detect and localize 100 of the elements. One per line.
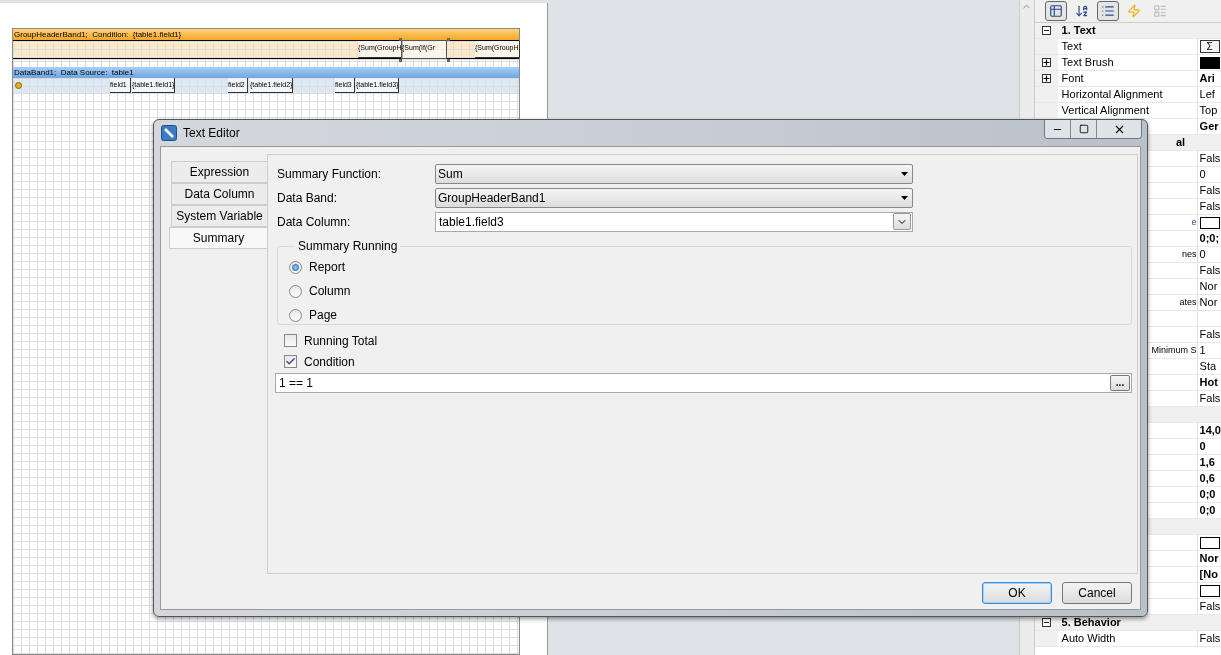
property-value[interactable]: Fals [1199,263,1221,278]
property-row[interactable]: Horizontal Alignment Lef [1034,87,1221,103]
field-label: Summary Function: [277,165,383,183]
condition-field[interactable]: 1 == 1 ... [275,373,1132,393]
resize-handle[interactable] [399,38,402,41]
maximize-button[interactable] [1071,120,1097,138]
side-tab[interactable]: System Variable [171,205,267,227]
property-value[interactable]: Fals [1199,183,1221,198]
property-value[interactable]: 0;0 [1199,487,1216,502]
property-label: Horizontal Alignment [1061,87,1163,102]
property-value[interactable]: 0,6 [1199,471,1215,486]
field-label: Data Column: [277,213,352,231]
property-value[interactable]: Fals [1199,151,1221,166]
property-label: ates [1179,295,1197,309]
property-value[interactable]: Fals [1199,631,1221,646]
property-value[interactable]: Fals [1199,599,1221,614]
property-value[interactable]: Nor [1199,279,1218,294]
property-value[interactable]: 1,6 [1199,455,1215,470]
property-row[interactable]: Font Ari [1034,71,1221,87]
property-row[interactable]: Vertical Alignment Top [1034,103,1221,119]
sort-az-icon [1074,4,1089,18]
category-row[interactable]: 1. Text [1034,23,1221,39]
dialog-button[interactable]: OK [982,582,1052,604]
browse-button[interactable]: ... [1110,375,1130,391]
resize-handle[interactable] [447,38,450,41]
category-label: 1. Text [1061,23,1096,39]
property-value[interactable]: [No [1199,567,1218,582]
property-label: Auto Width [1061,631,1116,646]
caret-icon [893,213,911,230]
caret-icon [901,171,908,176]
collapse-icon[interactable] [1041,618,1051,627]
minimize-button[interactable] [1045,120,1071,138]
group-box-title: Summary Running [297,238,399,255]
window-title: Text Editor [183,125,240,142]
pencil-icon [161,125,177,141]
property-value[interactable]: Lef [1199,87,1215,102]
resize-handle[interactable] [399,59,402,62]
property-label: e [1191,215,1197,229]
property-value[interactable]: Ari [1199,71,1215,86]
property-value[interactable]: Hot [1199,375,1218,390]
property-value[interactable]: Nor [1199,295,1218,310]
checkbox-label: Running Total [304,332,378,350]
property-label: Minimum S [1151,343,1197,357]
property-value[interactable]: 0;0; [1199,231,1220,246]
collapse-icon[interactable] [1041,26,1051,35]
property-value[interactable]: Ger [1199,119,1219,134]
property-value[interactable]: Nor [1199,551,1219,566]
dropdown[interactable]: Sum [435,163,913,184]
field-label: Data Band: [277,189,339,207]
property-label: Vertical Alignment [1061,103,1149,118]
property-value[interactable]: 1 [1199,343,1206,358]
property-value[interactable]: Fals [1199,327,1221,342]
property-value[interactable]: Top [1199,103,1218,118]
combo-field[interactable]: table1.field3 [435,211,913,232]
property-label: Text [1061,39,1082,54]
category-label: 5. Behavior [1061,615,1121,631]
panel-icon [1152,4,1167,18]
property-value[interactable]: 14,0 [1199,423,1221,438]
expand-icon[interactable] [1041,74,1051,83]
category-label: al [1176,135,1187,151]
data-source-icon [15,82,22,89]
property-label: Text Brush [1061,55,1114,70]
close-button[interactable] [1097,120,1141,138]
property-value-button[interactable]: Σ [1199,40,1220,53]
expand-icon[interactable] [1041,58,1051,67]
checkbox[interactable] [284,355,297,368]
list-icon [1100,4,1115,18]
side-tab[interactable]: Expression [171,161,267,183]
categorized-button[interactable] [1044,1,1067,21]
radio-label: Report [309,259,346,276]
property-row[interactable]: Text Brush [1034,55,1221,71]
property-value[interactable]: Fals [1199,199,1221,214]
property-value[interactable]: Fals [1199,391,1221,406]
checkbox[interactable] [284,334,297,347]
side-tab[interactable]: Summary [169,227,267,249]
side-tab[interactable]: Data Column [171,183,267,205]
property-value[interactable]: 0 [1199,439,1206,454]
property-label: nes [1182,247,1197,261]
property-row[interactable]: Text Σ [1034,39,1221,55]
property-value[interactable]: 0;0 [1199,503,1216,518]
radio-button[interactable] [289,260,302,274]
radio-button[interactable] [289,284,302,298]
property-value[interactable]: Sta [1199,359,1217,374]
property-row[interactable]: Auto Width Fals [1034,631,1221,647]
radio-label: Column [309,283,351,300]
band-header[interactable]: GroupHeaderBand1; Condition: {table1.field1} [13,29,519,40]
dialog-button[interactable]: Cancel [1062,582,1132,604]
dropdown[interactable]: GroupHeaderBand1 [435,187,913,208]
property-label: Font [1061,71,1084,86]
resize-handle[interactable] [447,59,450,62]
maximize-icon [1078,124,1089,134]
property-value[interactable]: 0 [1199,247,1206,262]
list-button[interactable] [1096,1,1119,21]
lightning-icon [1126,4,1141,18]
caret-icon [901,195,908,200]
band-header[interactable]: DataBand1; Data Source: table1 [13,67,519,78]
category-row[interactable]: 5. Behavior [1034,615,1221,631]
property-value[interactable]: 0 [1199,167,1206,182]
radio-button[interactable] [289,308,302,322]
categorized-icon [1048,4,1063,18]
